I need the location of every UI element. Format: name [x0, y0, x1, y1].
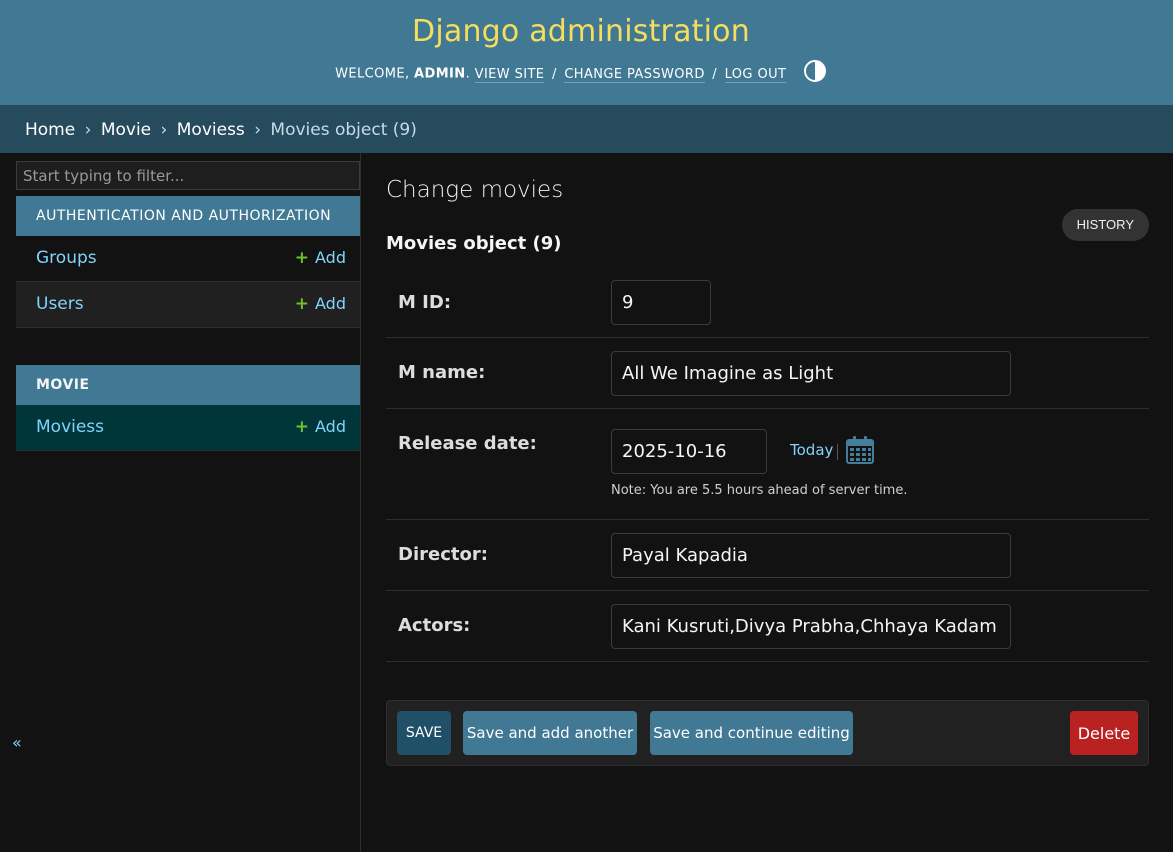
history-button[interactable]: History	[1061, 209, 1149, 241]
form-row-director: Director:	[386, 520, 1149, 591]
release-date-field[interactable]	[611, 429, 767, 474]
today-separator	[837, 444, 838, 460]
m-name-field[interactable]	[611, 351, 1011, 396]
breadcrumb-home[interactable]: Home	[25, 120, 75, 140]
add-label: Add	[315, 417, 346, 436]
breadcrumb-separator: ›	[84, 120, 92, 140]
site-header: Django administration Welcome, admin. Vi…	[0, 0, 1173, 105]
module-caption-movie[interactable]: Movie	[16, 365, 360, 405]
nav-sidebar: Authentication and Authorization Groups …	[12, 153, 361, 852]
module-movie: Movie Moviess + Add	[16, 365, 360, 451]
actors-label: Actors:	[398, 615, 471, 636]
sidebar-item-moviess-link[interactable]: Moviess	[36, 417, 104, 437]
add-groups-link[interactable]: + Add	[295, 248, 346, 268]
breadcrumb-separator: ›	[254, 120, 262, 140]
sidebar-item-users-link[interactable]: Users	[36, 294, 84, 314]
sidebar-item-groups: Groups + Add	[16, 236, 360, 282]
add-users-link[interactable]: + Add	[295, 294, 346, 314]
today-link[interactable]: Today	[790, 441, 833, 459]
view-site-link[interactable]: View site	[474, 66, 545, 83]
form-row-release-date: Release date: Today Note: You are 5.5 ho…	[386, 409, 1149, 520]
breadcrumb-moviess[interactable]: Moviess	[177, 120, 245, 140]
user-tools: Welcome, admin. View site / Change passw…	[0, 59, 1162, 86]
page-title: Change movies	[386, 177, 564, 203]
plus-icon: +	[294, 248, 310, 268]
form-row-m-name: M name:	[386, 338, 1149, 409]
save-and-add-another-button[interactable]: Save and add another	[463, 711, 637, 755]
separator: /	[551, 66, 557, 82]
delete-button[interactable]: Delete	[1070, 711, 1138, 755]
log-out-link[interactable]: Log out	[724, 66, 787, 83]
director-label: Director:	[398, 544, 488, 565]
breadcrumb: Home › Movie › Moviess › Movies object (…	[0, 105, 1173, 153]
sidebar-collapse-toggle[interactable]: «	[12, 733, 22, 752]
breadcrumb-separator: ›	[160, 120, 168, 140]
timezone-warning: Note: You are 5.5 hours ahead of server …	[611, 483, 908, 498]
sidebar-item-users: Users + Add	[16, 282, 360, 328]
form-row-actors: Actors:	[386, 591, 1149, 662]
calendar-icon[interactable]	[845, 435, 875, 465]
m-id-label: M ID:	[398, 292, 452, 313]
add-moviess-link[interactable]: + Add	[295, 417, 346, 437]
sidebar-item-groups-link[interactable]: Groups	[36, 248, 97, 268]
breadcrumb-current: Movies object (9)	[270, 120, 417, 140]
submit-row: Save Save and add another Save and conti…	[386, 700, 1149, 766]
username: admin	[414, 66, 466, 82]
breadcrumb-movie[interactable]: Movie	[101, 120, 151, 140]
m-id-field[interactable]	[611, 280, 711, 325]
form-row-m-id: M ID:	[386, 268, 1149, 338]
separator: /	[712, 66, 718, 82]
object-title: Movies object (9)	[386, 233, 562, 254]
save-button[interactable]: Save	[397, 711, 451, 755]
module-auth: Authentication and Authorization Groups …	[16, 196, 360, 328]
m-name-label: M name:	[398, 362, 486, 383]
nav-filter-input[interactable]	[16, 161, 360, 190]
module-caption-auth[interactable]: Authentication and Authorization	[16, 196, 360, 236]
save-and-continue-button[interactable]: Save and continue editing	[650, 711, 853, 755]
release-date-label: Release date:	[398, 433, 537, 454]
plus-icon: +	[294, 294, 310, 314]
add-label: Add	[315, 248, 346, 267]
add-label: Add	[315, 294, 346, 313]
change-password-link[interactable]: Change password	[564, 66, 705, 83]
director-field[interactable]	[611, 533, 1011, 578]
sidebar-item-moviess: Moviess + Add	[16, 405, 360, 451]
plus-icon: +	[294, 417, 310, 437]
half-circle-icon[interactable]	[803, 59, 827, 83]
actors-field[interactable]	[611, 604, 1011, 649]
welcome-text: Welcome,	[335, 66, 410, 82]
site-title[interactable]: Django administration	[0, 14, 1162, 49]
